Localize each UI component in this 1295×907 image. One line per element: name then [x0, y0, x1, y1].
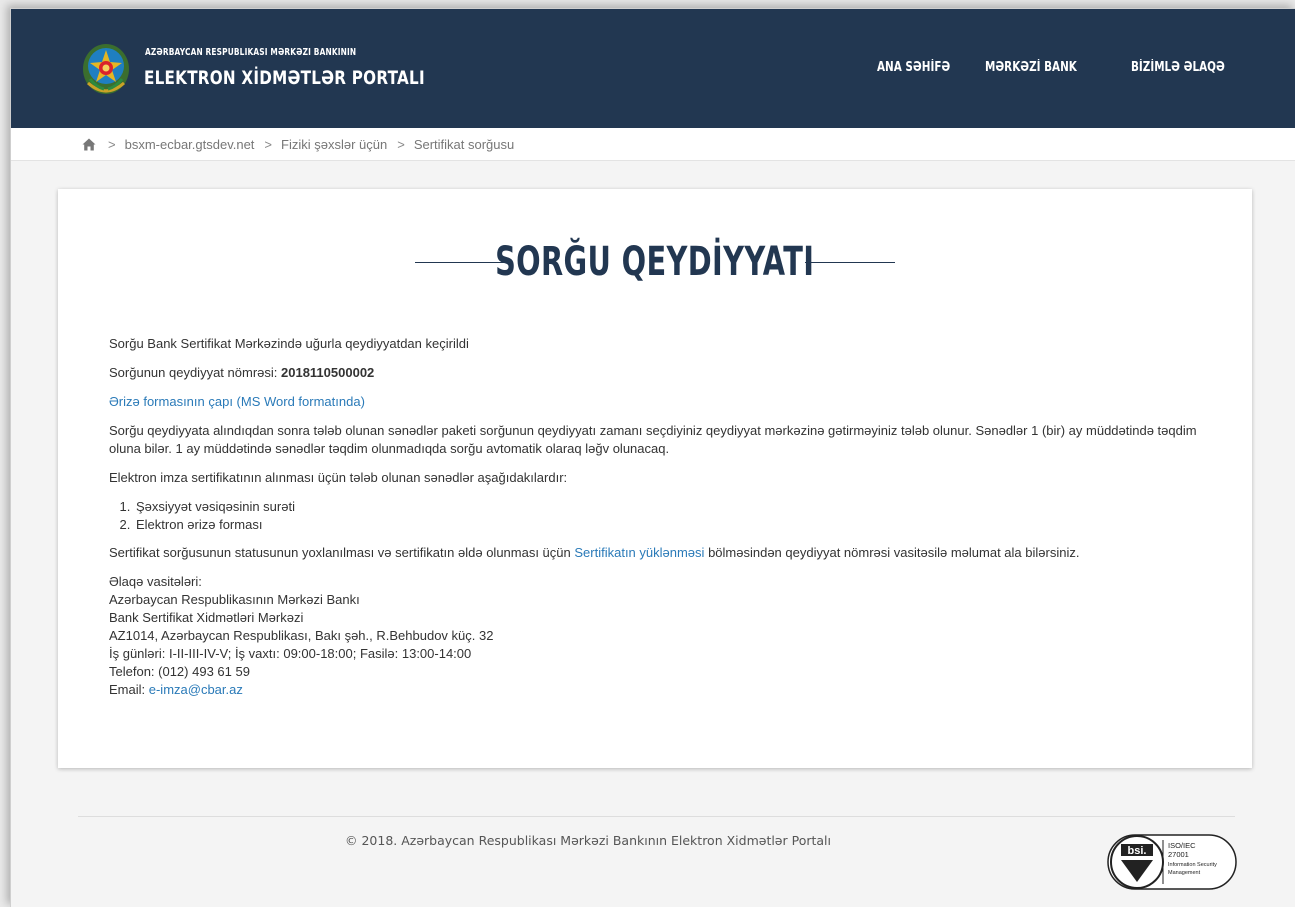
breadcrumb: > bsxm-ecbar.gtsdev.net > Fiziki şəxslər… — [11, 128, 1295, 161]
breadcrumb-item-current: Sertifikat sorğusu — [413, 137, 515, 152]
contacts-email-row: Email: e-imza@cbar.az — [109, 681, 1209, 699]
site-header: AZƏRBAYCAN RESPUBLİKASI MƏRKƏZİ BANKININ… — [11, 9, 1295, 128]
title-row: SORĞU QEYDİYYATI — [58, 237, 1252, 287]
bsi-line-4: Management — [1168, 870, 1201, 876]
card-content: Sorğu Bank Sertifikat Mərkəzində uğurla … — [109, 335, 1209, 699]
print-form-link[interactable]: Ərizə formasının çapı (MS Word formatınd… — [109, 394, 365, 409]
brand-subtitle: AZƏRBAYCAN RESPUBLİKASI MƏRKƏZİ BANKININ — [145, 47, 357, 58]
footer-copyright: © 2018. Azərbaycan Respublikası Mərkəzi … — [344, 833, 832, 848]
bsi-brand-text: bsi. — [1128, 845, 1147, 857]
bsi-line-1: ISO/IEC — [1168, 841, 1196, 850]
title-rule-left — [415, 261, 505, 263]
bsi-line-3: Information Security — [1168, 862, 1217, 868]
bsi-certification-badge: bsi. ISO/IEC 27001 Information Security … — [1107, 834, 1237, 890]
contacts-phone: Telefon: (012) 493 61 59 — [109, 664, 250, 679]
contacts-block: Əlaqə vasitələri: Azərbaycan Respublikas… — [109, 573, 1209, 699]
bsi-line-2: 27001 — [1168, 850, 1189, 859]
status-text-after: bölməsindən qeydiyyat nömrəsi vasitəsilə… — [708, 545, 1080, 560]
breadcrumb-separator: > — [264, 137, 273, 152]
contacts-heading: Əlaqə vasitələri: — [109, 574, 202, 589]
registration-number: 2018110500002 — [281, 365, 375, 380]
breadcrumb-separator: > — [397, 137, 405, 152]
registration-line: Sorğunun qeydiyyat nömrəsi: 201811050000… — [109, 364, 1209, 382]
emblem-icon[interactable] — [80, 39, 132, 97]
breadcrumb-separator: > — [108, 137, 116, 152]
status-text-before: Sertifikat sorğusunun statusunun yoxlanı… — [109, 545, 571, 560]
list-item: Elektron ərizə forması — [134, 516, 1209, 534]
contacts-org: Azərbaycan Respublikasının Mərkəzi Bankı — [109, 592, 360, 607]
browser-frame: AZƏRBAYCAN RESPUBLİKASI MƏRKƏZİ BANKININ… — [10, 8, 1295, 907]
certificate-download-link[interactable]: Sertifikatın yüklənməsi — [574, 545, 704, 560]
list-item: Şəxsiyyət vəsiqəsinin surəti — [134, 498, 1209, 516]
page-title: SORĞU QEYDİYYATI — [495, 239, 815, 285]
title-rule-right — [805, 261, 895, 263]
home-icon[interactable] — [82, 138, 96, 151]
nav-contact[interactable]: BİZİMLƏ ƏLAQƏ — [1131, 60, 1225, 75]
status-paragraph: Sertifikat sorğusunun statusunun yoxlanı… — [109, 544, 1209, 562]
contacts-hours: İş günləri: I-II-III-IV-V; İş vaxtı: 09:… — [109, 646, 472, 661]
brand-title[interactable]: ELEKTRON XİDMƏTLƏR PORTALI — [144, 67, 425, 89]
contacts-department: Bank Sertifikat Xidmətləri Mərkəzi — [109, 610, 304, 625]
footer-divider — [78, 816, 1235, 817]
info-paragraph: Sorğu qeydiyyata alındıqdan sonra tələb … — [109, 423, 1197, 456]
breadcrumb-item-site[interactable]: bsxm-ecbar.gtsdev.net — [125, 137, 255, 152]
nav-central-bank[interactable]: MƏRKƏZİ BANK — [985, 60, 1077, 75]
success-message: Sorğu Bank Sertifikat Mərkəzində uğurla … — [109, 336, 469, 351]
documents-intro: Elektron imza sertifikatının alınması üç… — [109, 470, 568, 485]
documents-list: Şəxsiyyət vəsiqəsinin surəti Elektron ər… — [134, 498, 1209, 534]
nav-home[interactable]: ANA SƏHİFƏ — [877, 60, 950, 75]
email-label: Email: — [109, 682, 146, 697]
contacts-address: AZ1014, Azərbaycan Respublikası, Bakı şə… — [109, 628, 494, 643]
registration-label: Sorğunun qeydiyyat nömrəsi: — [109, 365, 278, 380]
breadcrumb-item-individuals[interactable]: Fiziki şəxslər üçün — [281, 137, 387, 152]
print-link-row: Ərizə formasının çapı (MS Word formatınd… — [109, 393, 1209, 411]
content-card: SORĞU QEYDİYYATI Sorğu Bank Sertifikat M… — [58, 189, 1252, 768]
email-link[interactable]: e-imza@cbar.az — [149, 682, 243, 697]
